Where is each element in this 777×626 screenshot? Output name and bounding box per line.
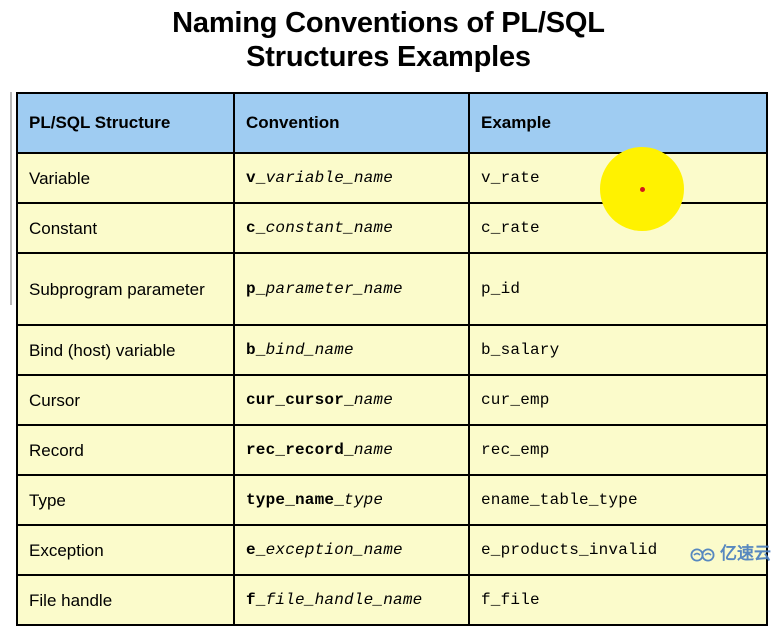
cell-convention: p_parameter_name (233, 252, 470, 326)
convention-suffix: name (353, 390, 394, 409)
cell-structure: Type (16, 474, 235, 526)
cell-structure: File handle (16, 574, 235, 626)
convention-prefix: type_name_ (246, 490, 345, 509)
cell-convention: f_file_handle_name (233, 574, 470, 626)
convention-prefix: f_ (246, 590, 266, 609)
cell-structure: Bind (host) variable (16, 324, 235, 376)
table-row: Cursor cur_cursor_name cur_emp (16, 374, 768, 426)
convention-suffix: exception_name (265, 540, 403, 559)
cell-example: v_rate (468, 152, 768, 204)
cell-example: ename_table_type (468, 474, 768, 526)
convention-suffix: bind_name (265, 340, 354, 359)
cell-structure: Cursor (16, 374, 235, 426)
table-body: Variable v_variable_name v_rate Constant c_c… (16, 152, 768, 626)
table-header: PL/SQL Structure Convention Example (16, 92, 768, 154)
cell-example: rec_emp (468, 424, 768, 476)
conventions-table-container: PL/SQL Structure Convention Example Vari… (16, 92, 768, 626)
cell-convention: cur_cursor_name (233, 374, 470, 426)
convention-prefix: e_ (246, 540, 266, 559)
convention-suffix: file_handle_name (265, 590, 423, 609)
convention-prefix: p_ (246, 279, 266, 298)
cell-structure: Record (16, 424, 235, 476)
table-row: Constant c_constant_name c_rate (16, 202, 768, 254)
cell-convention: type_name_type (233, 474, 470, 526)
cell-example: cur_emp (468, 374, 768, 426)
cell-convention: b_bind_name (233, 324, 470, 376)
table-header-row: PL/SQL Structure Convention Example (16, 92, 768, 154)
cell-structure: Subprogram parameter (16, 252, 235, 326)
convention-prefix: b_ (246, 340, 266, 359)
cell-convention: c_constant_name (233, 202, 470, 254)
convention-suffix: constant_name (265, 218, 394, 237)
convention-suffix: variable_name (265, 168, 394, 187)
table-row: Variable v_variable_name v_rate (16, 152, 768, 204)
page-title: Naming Conventions of PL/SQL Structures … (0, 0, 777, 74)
table-row: Record rec_record_name rec_emp (16, 424, 768, 476)
cell-example: b_salary (468, 324, 768, 376)
table-row: Bind (host) variable b_bind_name b_salary (16, 324, 768, 376)
table-row: File handle f_file_handle_name f_file (16, 574, 768, 626)
convention-prefix: c_ (246, 218, 266, 237)
column-header-example: Example (468, 92, 768, 154)
cell-example: e_products_invalid (468, 524, 768, 576)
cell-convention: v_variable_name (233, 152, 470, 204)
table-row: Subprogram parameter p_parameter_name p_id (16, 252, 768, 326)
column-header-structure: PL/SQL Structure (16, 92, 235, 154)
convention-suffix: parameter_name (265, 279, 403, 298)
table-row: Type type_name_type ename_table_type (16, 474, 768, 526)
table-row: Exception e_exception_name e_products_inva… (16, 524, 768, 576)
naming-conventions-table: PL/SQL Structure Convention Example Vari… (16, 92, 768, 626)
cell-structure: Exception (16, 524, 235, 576)
convention-prefix: v_ (246, 168, 266, 187)
convention-prefix: cur_cursor_ (246, 390, 354, 409)
cell-convention: rec_record_name (233, 424, 470, 476)
left-edge-artifact (10, 92, 12, 305)
cell-structure: Constant (16, 202, 235, 254)
convention-suffix: name (353, 440, 394, 459)
cell-example: p_id (468, 252, 768, 326)
page-title-line-1: Naming Conventions of PL/SQL (172, 7, 605, 39)
cell-example: c_rate (468, 202, 768, 254)
convention-prefix: rec_record_ (246, 440, 354, 459)
cell-convention: e_exception_name (233, 524, 470, 576)
cell-structure: Variable (16, 152, 235, 204)
page-title-line-2: Structures Examples (246, 41, 531, 73)
column-header-convention: Convention (233, 92, 470, 154)
convention-suffix: type (344, 490, 384, 509)
cell-example: f_file (468, 574, 768, 626)
